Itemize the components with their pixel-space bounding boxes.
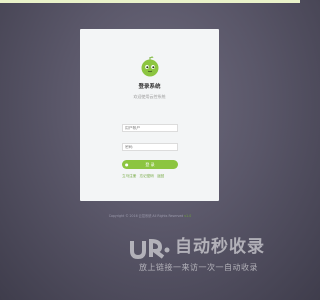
login-user-icon: ● <box>125 162 129 167</box>
page-title: 登录系统 <box>138 84 161 90</box>
top-accent-bar <box>0 0 300 3</box>
mascot-logo-icon <box>141 56 159 77</box>
forgot-password-link[interactable]: 忘记密码 <box>140 174 154 178</box>
username-field[interactable] <box>122 124 178 132</box>
login-button[interactable]: ● 登 录 <box>122 160 178 169</box>
auxiliary-links: 立马注册 忘记密码 返回 <box>122 173 192 179</box>
watermark-title: 自动秒收录 <box>175 237 265 257</box>
login-card: 登录系统 欢迎使用云控系统 ● 登 录 立马注册 忘记密码 返回 <box>80 29 219 201</box>
watermark-banner: 自动秒收录 放上链接一来访一次一自动收录 <box>127 234 279 278</box>
copyright-text: Copyright © 2016 云控系统 All Rights Reserve… <box>108 214 184 218</box>
password-field[interactable] <box>122 143 178 151</box>
page-subtitle: 欢迎使用云控系统 <box>133 94 166 99</box>
watermark-subtitle: 放上链接一来访一次一自动收录 <box>139 263 258 272</box>
version-text: v1.0 <box>184 214 192 218</box>
back-link[interactable]: 返回 <box>157 174 164 178</box>
footer: Copyright © 2016 云控系统 All Rights Reserve… <box>0 214 300 219</box>
login-button-label: 登 录 <box>145 162 155 167</box>
watermark-logo-icon <box>130 238 170 260</box>
register-link[interactable]: 立马注册 <box>122 174 136 178</box>
